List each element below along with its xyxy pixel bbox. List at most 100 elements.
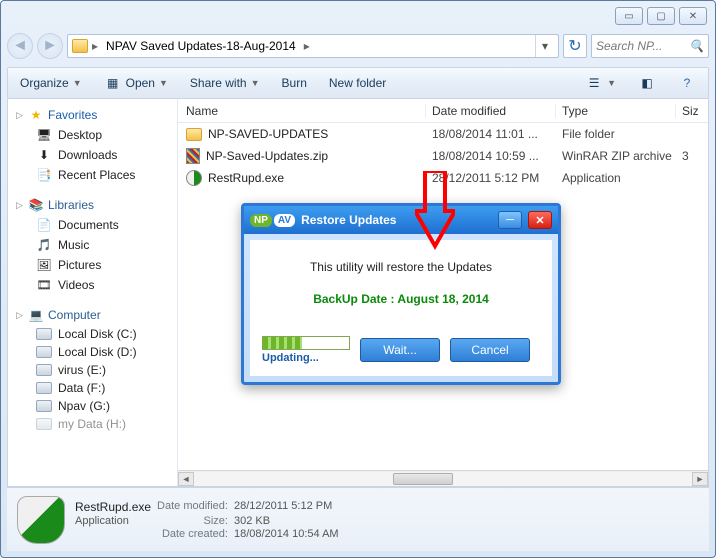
- maximize-button[interactable]: ▢: [647, 7, 675, 25]
- details-filetype: Application: [75, 515, 151, 527]
- restore-updates-dialog: NPAV Restore Updates ─ ✕ This utility wi…: [241, 203, 561, 385]
- zip-icon: [186, 148, 200, 164]
- navigation-pane[interactable]: ▷★Favorites 🖥Desktop ⬇Downloads 📑Recent …: [8, 99, 178, 486]
- file-rows: NP-SAVED-UPDATES 18/08/2014 11:01 ... Fi…: [178, 123, 708, 189]
- value-size: 302 KB: [234, 515, 339, 527]
- sidebar-item-recent[interactable]: 📑Recent Places: [10, 165, 175, 185]
- sidebar-item-downloads[interactable]: ⬇Downloads: [10, 145, 175, 165]
- sidebar-item-drive-c[interactable]: Local Disk (C:): [10, 325, 175, 343]
- folder-icon: [186, 128, 202, 141]
- dialog-message: This utility will restore the Updates: [262, 260, 540, 274]
- details-filename: RestRupd.exe: [75, 500, 151, 514]
- table-row[interactable]: NP-Saved-Updates.zip 18/08/2014 10:59 ..…: [178, 145, 708, 167]
- table-row[interactable]: RestRupd.exe 28/12/2011 5:12 PM Applicat…: [178, 167, 708, 189]
- drive-icon: [36, 400, 52, 412]
- sidebar-item-drive-e[interactable]: virus (E:): [10, 361, 175, 379]
- close-button[interactable]: ✕: [679, 7, 707, 25]
- share-with-menu[interactable]: Share with▼: [186, 74, 264, 92]
- sidebar-item-drive-d[interactable]: Local Disk (D:): [10, 343, 175, 361]
- breadcrumb[interactable]: ▸ NPAV Saved Updates-18-Aug-2014 ▸ ▾: [67, 34, 559, 58]
- header-name[interactable]: Name: [178, 104, 426, 118]
- dialog-title-text: Restore Updates: [301, 213, 396, 227]
- sidebar-item-music[interactable]: 🎵Music: [10, 235, 175, 255]
- label-modified: Date modified:: [157, 500, 228, 514]
- sidebar-item-drive-g[interactable]: Npav (G:): [10, 397, 175, 415]
- address-bar-row: ◄ ► ▸ NPAV Saved Updates-18-Aug-2014 ▸ ▾…: [7, 31, 709, 61]
- favorites-group[interactable]: ▷★Favorites: [10, 105, 175, 125]
- dialog-titlebar[interactable]: NPAV Restore Updates ─ ✕: [244, 206, 558, 234]
- view-icon: ☰: [585, 74, 603, 92]
- window-titlebar: ▭ ▢ ✕: [7, 7, 709, 29]
- computer-group[interactable]: ▷💻Computer: [10, 305, 175, 325]
- chevron-down-icon: ▼: [251, 78, 260, 88]
- recent-icon: 📑: [36, 167, 52, 183]
- music-icon: 🎵: [36, 237, 52, 253]
- new-folder-button[interactable]: New folder: [325, 74, 390, 92]
- wait-button[interactable]: Wait...: [360, 338, 440, 362]
- libraries-group[interactable]: ▷📚Libraries: [10, 195, 175, 215]
- folder-icon: [72, 39, 88, 53]
- cancel-button[interactable]: Cancel: [450, 338, 530, 362]
- nav-forward-button[interactable]: ►: [37, 33, 63, 59]
- sidebar-item-documents[interactable]: 📄Documents: [10, 215, 175, 235]
- drive-icon: [36, 418, 52, 430]
- exe-icon: [186, 170, 202, 186]
- burn-button[interactable]: Burn: [278, 74, 311, 92]
- scroll-thumb[interactable]: [393, 473, 453, 485]
- help-icon: ?: [678, 74, 696, 92]
- pictures-icon: 🖼: [36, 257, 52, 273]
- drive-icon: [36, 346, 52, 358]
- scroll-track[interactable]: [194, 472, 692, 486]
- sidebar-item-pictures[interactable]: 🖼Pictures: [10, 255, 175, 275]
- breadcrumb-segment[interactable]: NPAV Saved Updates-18-Aug-2014: [102, 39, 300, 53]
- chevron-down-icon: ▼: [73, 78, 82, 88]
- column-headers[interactable]: Name Date modified Type Siz: [178, 99, 708, 123]
- value-modified: 28/12/2011 5:12 PM: [234, 500, 339, 514]
- sidebar-item-drive-h[interactable]: my Data (H:): [10, 415, 175, 433]
- organize-menu[interactable]: Organize▼: [16, 74, 86, 92]
- sidebar-item-videos[interactable]: 🎞Videos: [10, 275, 175, 295]
- search-icon: 🔍: [689, 39, 704, 53]
- open-icon: ▦: [104, 74, 122, 92]
- details-pane: RestRupd.exe Date modified: 28/12/2011 5…: [7, 487, 709, 551]
- sidebar-item-drive-f[interactable]: Data (F:): [10, 379, 175, 397]
- header-date[interactable]: Date modified: [426, 104, 556, 118]
- dialog-backup-date: BackUp Date : August 18, 2014: [262, 292, 540, 306]
- refresh-button[interactable]: ↻: [563, 34, 587, 58]
- breadcrumb-dropdown[interactable]: ▾: [535, 35, 554, 57]
- search-input[interactable]: Search NP... 🔍: [591, 34, 709, 58]
- open-button[interactable]: ▦Open▼: [100, 72, 172, 94]
- expand-icon: ▷: [16, 110, 24, 121]
- nav-back-button[interactable]: ◄: [7, 33, 33, 59]
- chevron-down-icon: ▼: [159, 78, 168, 88]
- arrow-right-icon: ►: [42, 37, 58, 55]
- header-type[interactable]: Type: [556, 104, 676, 118]
- downloads-icon: ⬇: [36, 147, 52, 163]
- dialog-body: This utility will restore the Updates Ba…: [250, 240, 552, 376]
- scroll-left-button[interactable]: ◄: [178, 472, 194, 486]
- dialog-minimize-button[interactable]: ─: [498, 211, 522, 229]
- scroll-right-button[interactable]: ►: [692, 472, 708, 486]
- value-created: 18/08/2014 10:54 AM: [234, 528, 339, 540]
- expand-icon: ▷: [16, 310, 24, 321]
- table-row[interactable]: NP-SAVED-UPDATES 18/08/2014 11:01 ... Fi…: [178, 123, 708, 145]
- sidebar-item-desktop[interactable]: 🖥Desktop: [10, 125, 175, 145]
- star-icon: ★: [28, 107, 44, 123]
- drive-icon: [36, 382, 52, 394]
- videos-icon: 🎞: [36, 277, 52, 293]
- dialog-close-button[interactable]: ✕: [528, 211, 552, 229]
- desktop-icon: 🖥: [36, 127, 52, 143]
- horizontal-scrollbar[interactable]: ◄ ►: [178, 470, 708, 486]
- preview-pane-button[interactable]: ◧: [634, 72, 660, 94]
- minimize-button[interactable]: ▭: [615, 7, 643, 25]
- refresh-icon: ↻: [568, 36, 581, 56]
- updating-label: Updating...: [262, 352, 319, 364]
- label-created: Date created:: [157, 528, 228, 540]
- help-button[interactable]: ?: [674, 72, 700, 94]
- view-options-button[interactable]: ☰▼: [581, 72, 620, 94]
- documents-icon: 📄: [36, 217, 52, 233]
- header-size[interactable]: Siz: [676, 104, 708, 118]
- label-size: Size:: [157, 515, 228, 527]
- progress-area: Updating...: [262, 336, 350, 364]
- command-bar: Organize▼ ▦Open▼ Share with▼ Burn New fo…: [7, 67, 709, 99]
